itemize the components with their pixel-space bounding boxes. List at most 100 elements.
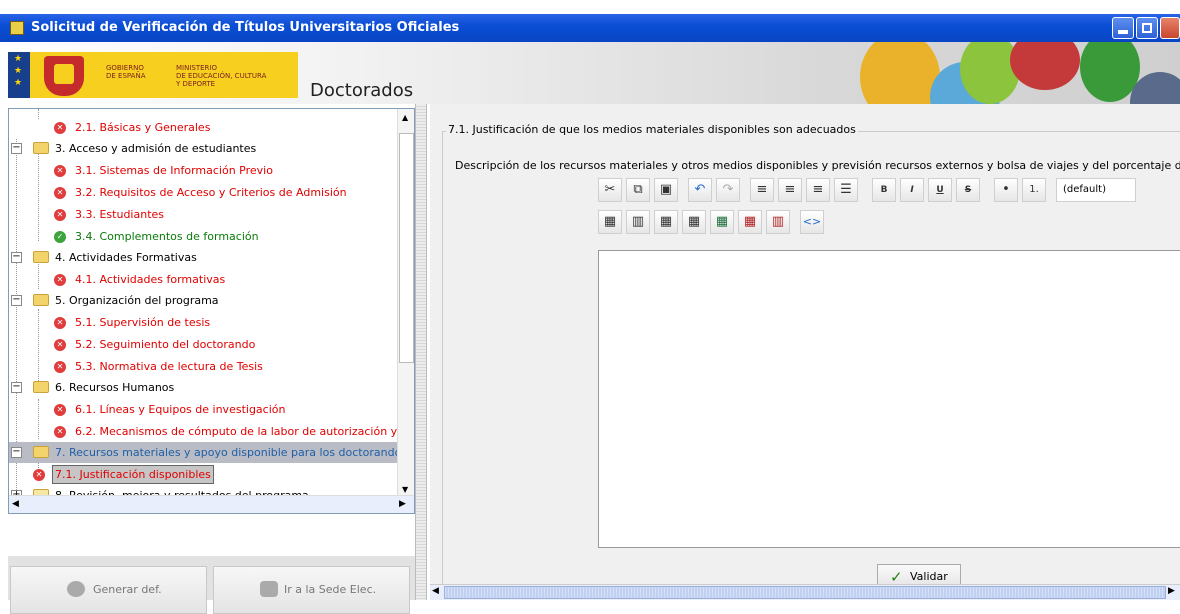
tree-item-label: 5.1. Supervisión de tesis bbox=[75, 316, 211, 329]
tree-item-label: 5.3. Normativa de lectura de Tesis bbox=[75, 360, 263, 373]
collapse-icon[interactable]: − bbox=[11, 382, 22, 393]
rich-text-editor[interactable] bbox=[598, 250, 1180, 548]
table-row-icon[interactable]: ▦ bbox=[654, 210, 678, 234]
sede-button[interactable]: Ir a la Sede Elec. bbox=[213, 566, 410, 614]
tree-item-7-1[interactable]: ✕ 7.1. Justificación disponibles bbox=[9, 464, 397, 485]
scroll-left-icon[interactable]: ◀ bbox=[432, 586, 439, 596]
section-title: Doctorados bbox=[310, 80, 414, 101]
decor-red bbox=[1010, 42, 1080, 90]
table-delete-row-icon[interactable]: ▦ bbox=[738, 210, 762, 234]
ministry-label: MINISTERIO DE EDUCACIÓN, CULTURA Y DEPOR… bbox=[176, 64, 296, 88]
tree-item-label: 6.1. Líneas y Equipos de investigación bbox=[75, 403, 286, 416]
error-icon: ✕ bbox=[54, 209, 66, 221]
tree-item-label: 3.2. Requisitos de Acceso y Criterios de… bbox=[75, 186, 347, 199]
error-icon: ✕ bbox=[54, 317, 66, 329]
tree-item-label: 3.3. Estudiantes bbox=[75, 208, 165, 221]
strike-button[interactable]: S bbox=[956, 178, 980, 202]
gear-icon bbox=[67, 581, 85, 597]
top-strip bbox=[0, 0, 1180, 14]
tree-item-5-1[interactable]: ✕ 5.1. Supervisión de tesis bbox=[9, 312, 397, 333]
numbered-list-icon[interactable]: 1. bbox=[1022, 178, 1046, 202]
tree-item-5[interactable]: − 5. Organización del programa bbox=[9, 290, 397, 311]
action-buttons: Generar def. Ir a la Sede Elec. bbox=[8, 556, 415, 614]
table-delete-col-icon[interactable]: ▥ bbox=[766, 210, 790, 234]
tree-item-label: 6.2. Mecanismos de cómputo de la labor d… bbox=[75, 425, 415, 438]
scroll-thumb[interactable] bbox=[399, 133, 414, 363]
table-add-row-icon[interactable]: ▦ bbox=[682, 210, 706, 234]
collapse-icon[interactable]: − bbox=[11, 447, 22, 458]
tree-item-label: 3. Acceso y admisión de estudiantes bbox=[55, 142, 257, 155]
scroll-thumb[interactable] bbox=[444, 586, 1166, 599]
min-line2: DE EDUCACIÓN, CULTURA bbox=[176, 72, 267, 80]
tree-item-5-3[interactable]: ✕ 5.3. Normativa de lectura de Tesis bbox=[9, 356, 397, 377]
tree-item-label: 5.2. Seguimiento del doctorando bbox=[75, 338, 256, 351]
scroll-up-icon[interactable]: ▲ bbox=[402, 113, 408, 122]
min-line1: MINISTERIO bbox=[176, 64, 217, 72]
error-icon: ✕ bbox=[54, 404, 66, 416]
monitor-icon bbox=[260, 581, 278, 597]
tree-item-label: 7.1. Justificación disponibles bbox=[52, 465, 214, 484]
paste-icon[interactable]: ▣ bbox=[654, 178, 678, 202]
navigation-tree[interactable]: ✕ 2.1. Básicas y Generales − 3. Acceso y… bbox=[8, 108, 415, 514]
gov-label: GOBIERNO DE ESPAÑA bbox=[106, 64, 146, 80]
underline-button[interactable]: U bbox=[928, 178, 952, 202]
content-horizontal-scrollbar[interactable]: ◀ ▶ bbox=[430, 584, 1180, 600]
sede-label: Ir a la Sede Elec. bbox=[284, 583, 377, 596]
redo-icon[interactable]: ↷ bbox=[716, 178, 740, 202]
pane-splitter[interactable] bbox=[415, 104, 427, 600]
tree-item-label: 2.1. Básicas y Generales bbox=[75, 121, 211, 134]
source-code-icon[interactable]: <> bbox=[800, 210, 824, 234]
justify-icon[interactable]: ☰ bbox=[834, 178, 858, 202]
tree-item-6-2[interactable]: ✕ 6.2. Mecanismos de cómputo de la labor… bbox=[9, 421, 414, 442]
error-icon: ✕ bbox=[54, 426, 66, 438]
table-col-icon[interactable]: ▥ bbox=[626, 210, 650, 234]
tree-item-6[interactable]: − 6. Recursos Humanos bbox=[9, 377, 397, 398]
error-icon: ✕ bbox=[54, 187, 66, 199]
cut-icon[interactable]: ✂ bbox=[598, 178, 622, 202]
tree-horizontal-scrollbar[interactable]: ◀ ▶ bbox=[9, 495, 414, 513]
collapse-icon[interactable]: − bbox=[11, 295, 22, 306]
tree-vertical-scrollbar[interactable]: ▲ ▼ bbox=[397, 109, 414, 495]
bold-button[interactable]: B bbox=[872, 178, 896, 202]
tree-item-3-1[interactable]: ✕ 3.1. Sistemas de Información Previo bbox=[9, 160, 397, 181]
tree-item-3-2[interactable]: ✕ 3.2. Requisitos de Acceso y Criterios … bbox=[9, 182, 397, 203]
tree-item-5-2[interactable]: ✕ 5.2. Seguimiento del doctorando bbox=[9, 334, 397, 355]
table-insert-icon[interactable]: ▦ bbox=[598, 210, 622, 234]
close-button[interactable] bbox=[1160, 17, 1180, 39]
align-left-icon[interactable]: ≡ bbox=[750, 178, 774, 202]
tree-item-3-3[interactable]: ✕ 3.3. Estudiantes bbox=[9, 204, 397, 225]
generate-button[interactable]: Generar def. bbox=[10, 566, 207, 614]
align-right-icon[interactable]: ≡ bbox=[806, 178, 830, 202]
scroll-down-icon[interactable]: ▼ bbox=[402, 485, 408, 494]
content-panel: 7.1. Justificación de que los medios mat… bbox=[430, 104, 1180, 600]
folder-open-icon bbox=[33, 294, 49, 306]
app-banner: ★ ★ ★ GOBIERNO DE ESPAÑA MINISTERIO DE EDU… bbox=[0, 42, 1180, 104]
bullet-list-icon[interactable]: • bbox=[994, 178, 1018, 202]
font-select[interactable]: (default) bbox=[1056, 178, 1136, 202]
tree-item-6-1[interactable]: ✕ 6.1. Líneas y Equipos de investigación bbox=[9, 399, 397, 420]
eu-flag-icon: ★ ★ ★ bbox=[8, 52, 30, 98]
tree-item-2-1[interactable]: ✕ 2.1. Básicas y Generales bbox=[9, 117, 397, 138]
minimize-button[interactable] bbox=[1112, 17, 1134, 39]
folder-open-icon bbox=[33, 142, 49, 154]
undo-icon[interactable]: ↶ bbox=[688, 178, 712, 202]
tree-item-4-1[interactable]: ✕ 4.1. Actividades formativas bbox=[9, 269, 397, 290]
maximize-button[interactable] bbox=[1136, 17, 1158, 39]
scroll-right-icon[interactable]: ▶ bbox=[399, 499, 406, 509]
left-pane: ✕ 2.1. Básicas y Generales − 3. Acceso y… bbox=[8, 108, 415, 614]
scroll-left-icon[interactable]: ◀ bbox=[12, 499, 19, 509]
tree-item-label: 4. Actividades Formativas bbox=[55, 251, 197, 264]
decor-yellow bbox=[860, 42, 940, 104]
tree-item-4[interactable]: − 4. Actividades Formativas bbox=[9, 247, 397, 268]
copy-icon[interactable]: ⧉ bbox=[626, 178, 650, 202]
italic-button[interactable]: I bbox=[900, 178, 924, 202]
error-icon: ✕ bbox=[54, 339, 66, 351]
align-center-icon[interactable]: ≡ bbox=[778, 178, 802, 202]
tree-item-3[interactable]: − 3. Acceso y admisión de estudiantes bbox=[9, 138, 397, 159]
collapse-icon[interactable]: − bbox=[11, 252, 22, 263]
scroll-right-icon[interactable]: ▶ bbox=[1168, 586, 1175, 596]
collapse-icon[interactable]: − bbox=[11, 143, 22, 154]
tree-item-7[interactable]: − 7. Recursos materiales y apoyo disponi… bbox=[9, 442, 407, 463]
table-add-col-icon[interactable]: ▦ bbox=[710, 210, 734, 234]
tree-item-3-4[interactable]: ✓ 3.4. Complementos de formación bbox=[9, 226, 397, 247]
